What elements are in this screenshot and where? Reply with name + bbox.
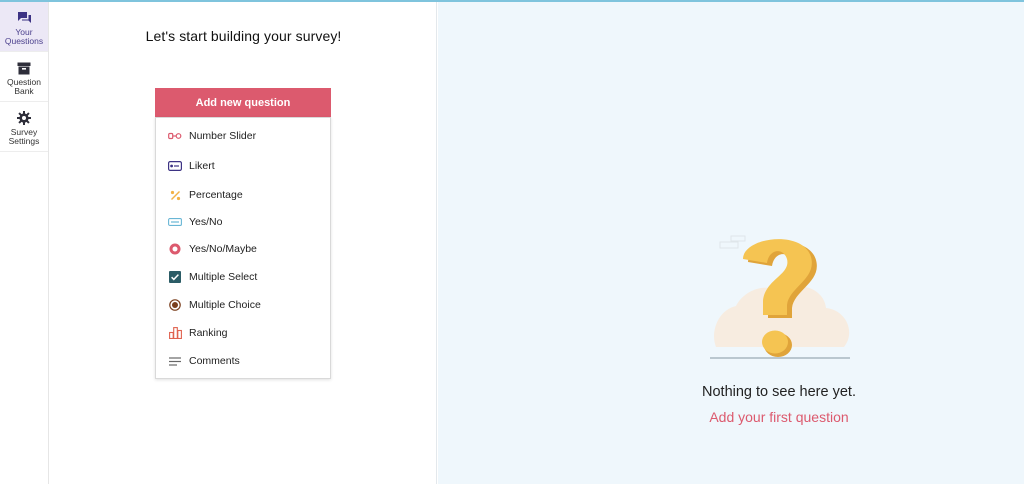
menu-item-label: Comments — [189, 355, 240, 367]
empty-state-title: Nothing to see here yet. — [702, 384, 856, 400]
sidebar-item-your-questions[interactable]: Your Questions — [0, 2, 48, 52]
empty-state-pane: Nothing to see here yet. Add your first … — [438, 2, 1024, 484]
checkbox-checked-icon — [168, 270, 182, 284]
menu-item-yes-no[interactable]: Yes/No — [156, 210, 330, 234]
question-type-menu: Number Slider Likert Percentage Yes/No Y… — [155, 117, 331, 379]
menu-item-label: Multiple Select — [189, 271, 258, 283]
sidebar-item-label: Your Questions — [4, 27, 44, 46]
menu-item-label: Multiple Choice — [189, 299, 261, 311]
gear-icon — [16, 110, 32, 126]
menu-item-comments[interactable]: Comments — [156, 349, 330, 373]
left-sidebar: Your Questions Question Bank Survey Sett… — [0, 2, 49, 484]
question-mark-illustration — [710, 235, 850, 359]
toggle-bar-icon — [168, 215, 182, 229]
menu-item-ranking[interactable]: Ranking — [156, 321, 330, 345]
chat-bubbles-icon — [16, 10, 32, 26]
menu-item-label: Percentage — [189, 189, 243, 201]
menu-item-label: Number Slider — [189, 130, 257, 142]
add-first-question-link[interactable]: Add your first question — [438, 409, 1024, 425]
menu-item-yes-no-maybe[interactable]: Yes/No/Maybe — [156, 237, 330, 261]
slider-icon — [168, 129, 182, 143]
menu-item-percentage[interactable]: Percentage — [156, 183, 330, 207]
radio-dot-icon — [168, 298, 182, 312]
archive-box-icon — [16, 60, 32, 76]
radio-ring-icon — [168, 242, 182, 256]
page-title: Let's start building your survey! — [145, 28, 342, 44]
menu-item-label: Yes/No/Maybe — [189, 243, 257, 255]
text-lines-icon — [168, 354, 182, 368]
add-new-question-button[interactable]: Add new question — [155, 88, 331, 117]
sidebar-item-survey-settings[interactable]: Survey Settings — [0, 102, 48, 152]
menu-item-label: Ranking — [189, 327, 228, 339]
likert-scale-icon — [168, 159, 182, 173]
menu-item-multiple-select[interactable]: Multiple Select — [156, 265, 330, 289]
bar-ranking-icon — [168, 326, 182, 340]
sidebar-item-label: Survey Settings — [8, 127, 40, 146]
sidebar-item-question-bank[interactable]: Question Bank — [0, 52, 48, 102]
sidebar-item-label: Question Bank — [6, 77, 42, 96]
menu-item-multiple-choice[interactable]: Multiple Choice — [156, 293, 330, 317]
survey-builder-pane: Let's start building your survey! Add ne… — [50, 2, 437, 484]
menu-item-label: Yes/No — [189, 216, 223, 228]
menu-item-label: Likert — [189, 160, 215, 172]
percent-icon — [168, 188, 182, 202]
menu-item-number-slider[interactable]: Number Slider — [156, 124, 330, 148]
menu-item-likert[interactable]: Likert — [156, 154, 330, 178]
